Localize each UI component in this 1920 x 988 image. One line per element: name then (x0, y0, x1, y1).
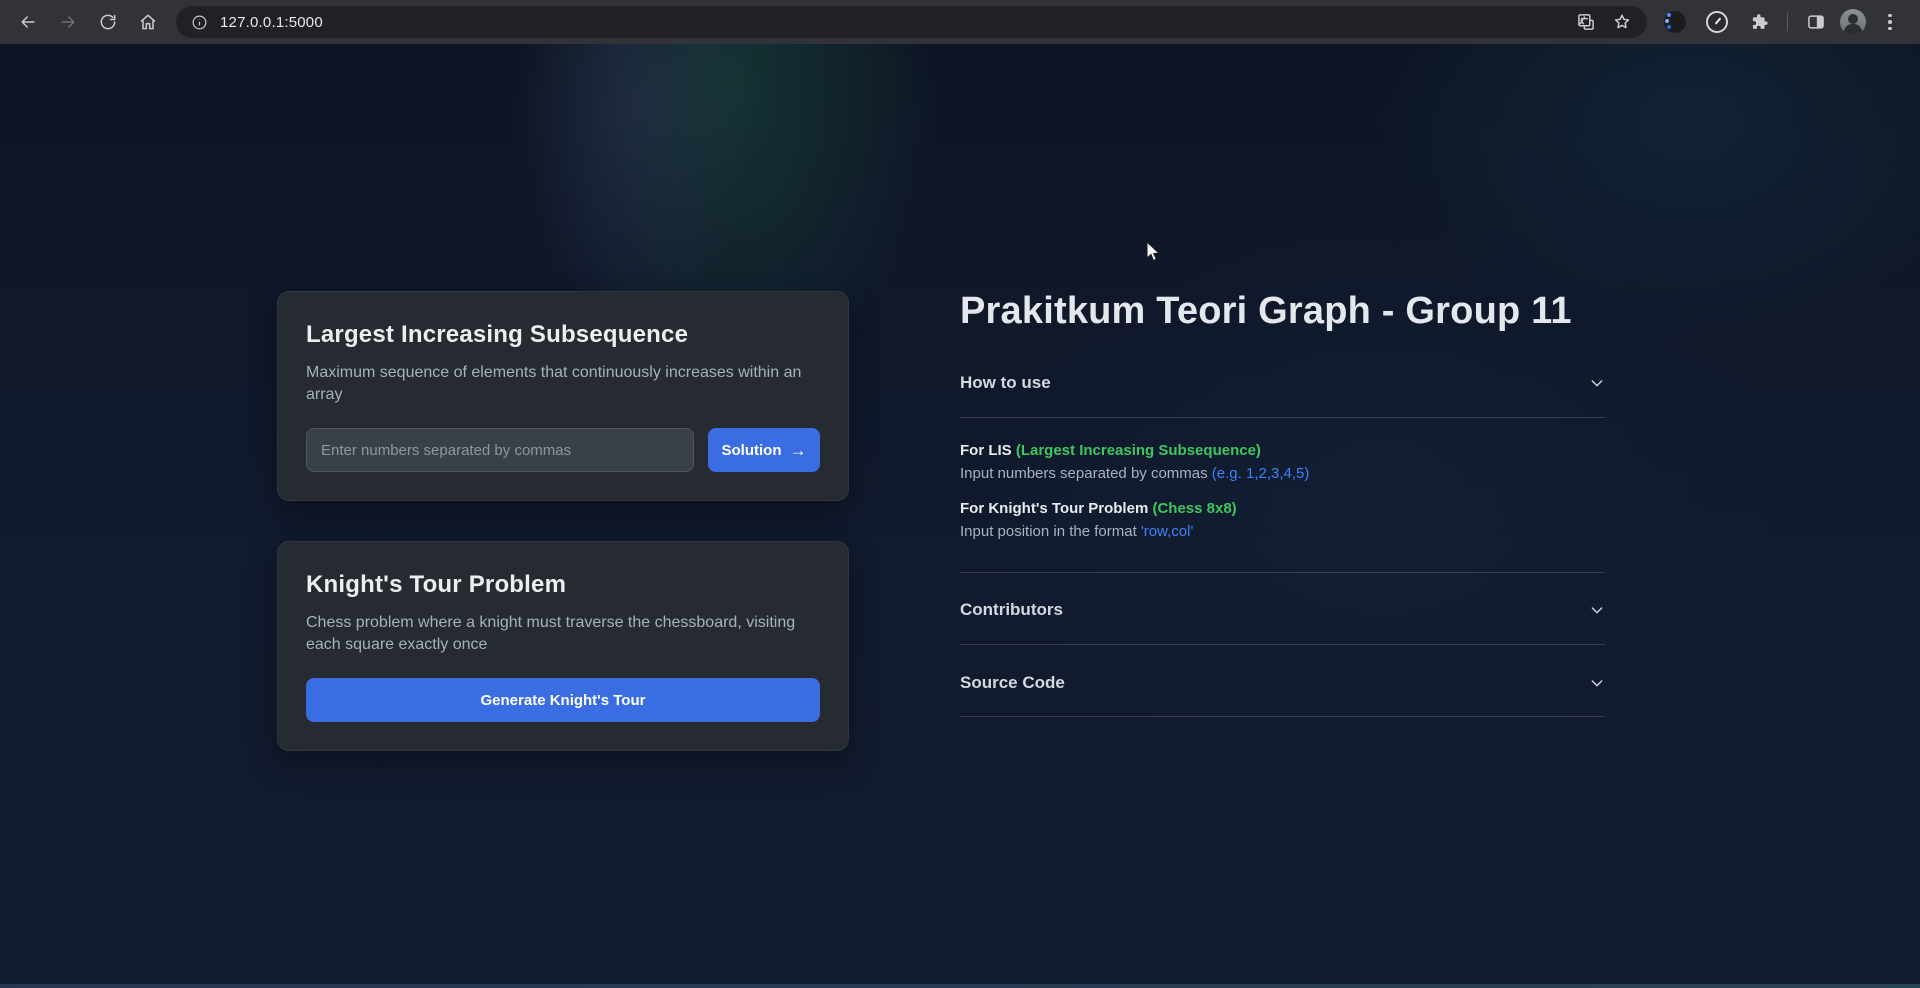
accordion-source-code[interactable]: Source Code (960, 666, 1605, 700)
chevron-down-icon (1589, 375, 1605, 391)
gauge-icon (1706, 11, 1728, 33)
url-text[interactable]: 127.0.0.1:5000 (220, 14, 1571, 31)
page-background: Largest Increasing Subsequence Maximum s… (0, 44, 1920, 988)
profile-avatar[interactable] (1840, 9, 1866, 35)
lis-card-description: Maximum sequence of elements that contin… (306, 362, 806, 406)
toolbar-divider (1787, 13, 1788, 31)
accordion-how-to-use-label: How to use (960, 373, 1051, 393)
home-button[interactable] (130, 4, 166, 40)
page-title: Prakitkum Teori Graph - Group 11 (960, 287, 1572, 335)
more-menu-icon (1888, 14, 1892, 31)
lis-instruction-text: Input numbers separated by commas (960, 465, 1212, 482)
browser-toolbar: 127.0.0.1:5000 (0, 0, 1920, 44)
knight-card-title: Knight's Tour Problem (306, 570, 820, 600)
knight-instruction-example: 'row,col' (1141, 523, 1193, 540)
browser-window: 127.0.0.1:5000 (0, 0, 1920, 988)
mouse-cursor (1146, 241, 1161, 263)
divider (960, 572, 1605, 573)
translate-button[interactable] (1571, 7, 1601, 37)
reload-icon (98, 12, 118, 32)
knight-instruction-text: Input position in the format (960, 523, 1141, 540)
lis-instruction-heading-highlight: (Largest Increasing Subsequence) (1016, 442, 1261, 459)
bookmark-star-icon (1612, 12, 1632, 32)
extensions-puzzle-icon (1749, 12, 1769, 32)
chevron-down-icon (1589, 675, 1605, 691)
lis-card-title: Largest Increasing Subsequence (306, 320, 820, 350)
lis-numbers-input[interactable] (306, 428, 694, 472)
translate-icon (1576, 12, 1596, 32)
accordion-contributors-label: Contributors (960, 600, 1063, 620)
knight-instruction-heading-highlight: (Chess 8x8) (1152, 500, 1236, 517)
back-icon (18, 12, 38, 32)
knight-card-description: Chess problem where a knight must traver… (306, 612, 806, 656)
generate-button-label: Generate Knight's Tour (481, 692, 646, 709)
solution-button[interactable]: Solution → (708, 428, 820, 472)
divider (960, 716, 1605, 717)
extensions-area (1657, 4, 1910, 40)
extensions-button[interactable] (1741, 4, 1777, 40)
accordion-contributors[interactable]: Contributors (960, 593, 1605, 627)
extension-dots-button[interactable] (1657, 4, 1693, 40)
bookmark-button[interactable] (1607, 7, 1637, 37)
lis-instruction-example: (e.g. 1,2,3,4,5) (1212, 465, 1310, 482)
extension-dots-icon (1664, 11, 1686, 33)
side-panel-button[interactable] (1798, 4, 1834, 40)
back-button[interactable] (10, 4, 46, 40)
divider (960, 417, 1605, 418)
url-bar[interactable]: 127.0.0.1:5000 (176, 6, 1647, 38)
reload-button[interactable] (90, 4, 126, 40)
more-menu-button[interactable] (1872, 4, 1908, 40)
knight-instruction-heading: For Knight's Tour Problem (960, 500, 1152, 517)
site-info-icon[interactable] (186, 9, 212, 35)
accordion-source-code-label: Source Code (960, 673, 1065, 693)
chevron-down-icon (1589, 602, 1605, 618)
lis-instruction-heading: For LIS (960, 442, 1016, 459)
solution-button-label: Solution (722, 442, 782, 459)
arrow-right-icon: → (790, 442, 807, 459)
forward-button[interactable] (50, 4, 86, 40)
divider (960, 644, 1605, 645)
home-icon (138, 12, 158, 32)
knight-tour-card: Knight's Tour Problem Chess problem wher… (277, 541, 849, 751)
forward-icon (58, 12, 78, 32)
how-to-use-content: For LIS (Largest Increasing Subsequence)… (960, 440, 1605, 556)
extension-gauge-button[interactable] (1699, 4, 1735, 40)
side-panel-icon (1806, 12, 1826, 32)
generate-knights-tour-button[interactable]: Generate Knight's Tour (306, 678, 820, 722)
accordion-how-to-use[interactable]: How to use (960, 366, 1605, 400)
lis-card: Largest Increasing Subsequence Maximum s… (277, 291, 849, 501)
